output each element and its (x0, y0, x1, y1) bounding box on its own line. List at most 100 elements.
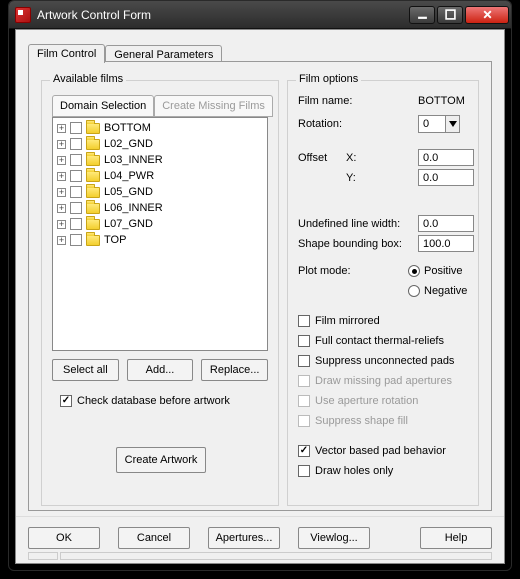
minimize-button[interactable] (409, 6, 435, 24)
add-button[interactable]: Add... (127, 359, 194, 381)
rotation-label: Rotation: (298, 118, 418, 130)
maximize-icon (445, 9, 456, 20)
available-films-subtabs: Domain Selection Create Missing Films (52, 95, 273, 117)
draw-holes-checkbox[interactable] (298, 465, 310, 477)
expand-icon[interactable]: + (57, 172, 66, 181)
expand-icon[interactable]: + (57, 204, 66, 213)
tree-checkbox[interactable] (70, 186, 82, 198)
folder-icon (86, 155, 100, 166)
suppress-fill-label: Suppress shape fill (315, 415, 408, 427)
film-mirrored-row[interactable]: Film mirrored (298, 313, 380, 329)
suppress-pads-row[interactable]: Suppress unconnected pads (298, 353, 454, 369)
client-area: Film Control General Parameters Availabl… (15, 29, 505, 564)
cancel-button[interactable]: Cancel (118, 527, 190, 549)
tab-film-control[interactable]: Film Control (28, 44, 105, 63)
plot-mode-positive-radio[interactable] (408, 265, 420, 277)
suppress-pads-checkbox[interactable] (298, 355, 310, 367)
folder-icon (86, 171, 100, 182)
folder-icon (86, 123, 100, 134)
tree-checkbox[interactable] (70, 138, 82, 150)
apertures-button[interactable]: Apertures... (208, 527, 280, 549)
film-name-value: BOTTOM (418, 95, 465, 107)
film-name-label: Film name: (298, 95, 418, 107)
tree-checkbox[interactable] (70, 170, 82, 182)
offset-y-input[interactable]: 0.0 (418, 169, 474, 186)
subtab-domain-selection[interactable]: Domain Selection (52, 95, 154, 117)
expand-icon[interactable]: + (57, 220, 66, 229)
thermal-reliefs-checkbox[interactable] (298, 335, 310, 347)
vector-pad-label: Vector based pad behavior (315, 445, 446, 457)
tree-checkbox[interactable] (70, 234, 82, 246)
suppress-pads-label: Suppress unconnected pads (315, 355, 454, 367)
tree-label: L05_GND (104, 186, 153, 198)
expand-icon[interactable]: + (57, 140, 66, 149)
tree-label: TOP (104, 234, 126, 246)
main-window: Artwork Control Form Film Control Genera… (8, 0, 512, 571)
maximize-button[interactable] (437, 6, 463, 24)
tree-item[interactable]: + L07_GND (55, 216, 265, 232)
draw-holes-row[interactable]: Draw holes only (298, 463, 393, 479)
help-button[interactable]: Help (420, 527, 492, 549)
tree-item[interactable]: + L04_PWR (55, 168, 265, 184)
tree-item[interactable]: + TOP (55, 232, 265, 248)
plot-mode-label: Plot mode: (298, 265, 408, 277)
replace-button[interactable]: Replace... (201, 359, 268, 381)
aperture-rotation-checkbox (298, 395, 310, 407)
subtab-create-missing-films[interactable]: Create Missing Films (154, 95, 273, 117)
title-bar[interactable]: Artwork Control Form (9, 1, 511, 29)
suppress-fill-row: Suppress shape fill (298, 413, 408, 429)
expand-icon[interactable]: + (57, 188, 66, 197)
create-artwork-button[interactable]: Create Artwork (116, 447, 206, 473)
undefined-line-width-input[interactable]: 0.0 (418, 215, 474, 232)
tree-item[interactable]: + L03_INNER (55, 152, 265, 168)
tree-checkbox[interactable] (70, 218, 82, 230)
check-database-row[interactable]: Check database before artwork (60, 393, 230, 409)
vector-pad-checkbox[interactable] (298, 445, 310, 457)
available-films-buttons: Select all Add... Replace... (52, 359, 268, 381)
draw-holes-label: Draw holes only (315, 465, 393, 477)
tree-label: L03_INNER (104, 154, 163, 166)
thermal-reliefs-row[interactable]: Full contact thermal-reliefs (298, 333, 444, 349)
select-all-button[interactable]: Select all (52, 359, 119, 381)
rotation-select[interactable]: 0 (418, 115, 460, 133)
close-button[interactable] (465, 6, 509, 24)
tree-item[interactable]: + L05_GND (55, 184, 265, 200)
tree-label: L04_PWR (104, 170, 154, 182)
check-database-checkbox[interactable] (60, 395, 72, 407)
folder-icon (86, 203, 100, 214)
tree-checkbox[interactable] (70, 122, 82, 134)
plot-mode-negative-radio[interactable] (408, 285, 420, 297)
tree-item[interactable]: +L02_GND (55, 136, 265, 152)
tree-item[interactable]: +L06_INNER (55, 200, 265, 216)
offset-y-label: Y: (346, 172, 418, 184)
tree-item[interactable]: +BOTTOM (55, 120, 265, 136)
tree-checkbox[interactable] (70, 154, 82, 166)
films-tree[interactable]: +BOTTOM +L02_GND +L03_INNER +L04_PWR +L0… (52, 117, 268, 351)
film-mirrored-label: Film mirrored (315, 315, 380, 327)
folder-icon (86, 187, 100, 198)
plot-mode-positive-label: Positive (424, 265, 463, 277)
offset-x-label: X: (346, 152, 418, 164)
shape-bounding-box-label: Shape bounding box: (298, 238, 418, 250)
expand-icon[interactable]: + (57, 156, 66, 165)
plot-mode-negative-label: Negative (424, 285, 467, 297)
ok-button[interactable]: OK (28, 527, 100, 549)
check-database-label: Check database before artwork (77, 395, 230, 407)
draw-missing-checkbox (298, 375, 310, 387)
undefined-line-width-label: Undefined line width: (298, 218, 418, 230)
tree-label: L07_GND (104, 218, 153, 230)
expand-icon[interactable]: + (57, 124, 66, 133)
close-icon (482, 9, 493, 20)
shape-bounding-box-input[interactable]: 100.0 (418, 235, 474, 252)
minimize-icon (417, 9, 428, 20)
tree-checkbox[interactable] (70, 202, 82, 214)
vector-pad-row[interactable]: Vector based pad behavior (298, 443, 446, 459)
offset-x-input[interactable]: 0.0 (418, 149, 474, 166)
expand-icon[interactable]: + (57, 236, 66, 245)
draw-missing-row: Draw missing pad apertures (298, 373, 452, 389)
available-films-group: Available films Domain Selection Create … (41, 80, 279, 506)
viewlog-button[interactable]: Viewlog... (298, 527, 370, 549)
film-options-legend: Film options (296, 73, 361, 85)
aperture-rotation-row: Use aperture rotation (298, 393, 418, 409)
film-mirrored-checkbox[interactable] (298, 315, 310, 327)
